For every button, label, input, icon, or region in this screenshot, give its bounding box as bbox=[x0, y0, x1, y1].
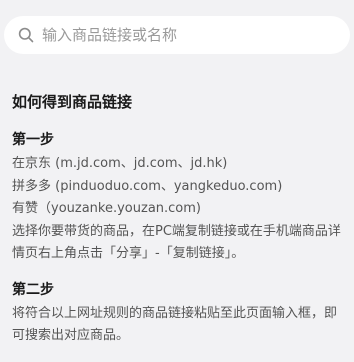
help-section: 如何得到商品链接 第一步 在京东 (m.jd.com、jd.com、jd.hk)… bbox=[12, 92, 346, 348]
step-two-title: 第二步 bbox=[12, 281, 54, 298]
step-two-instruction: 将符合以上网址规则的商品链接粘贴至此页面输入框，即可搜索出对应商品。 bbox=[12, 305, 338, 344]
step-one-instruction: 选择你要带货的商品，在PC端复制链接或在手机端商品详情页右上角点击「分享」-「复… bbox=[12, 223, 341, 262]
step-one: 第一步 在京东 (m.jd.com、jd.com、jd.hk) 拼多多 (pin… bbox=[12, 130, 346, 266]
search-bar[interactable] bbox=[4, 16, 350, 54]
help-title: 如何得到商品链接 bbox=[12, 93, 133, 111]
search-icon bbox=[18, 27, 34, 43]
platform-jd: 在京东 (m.jd.com、jd.com、jd.hk) bbox=[12, 156, 228, 171]
platform-pinduoduo: 拼多多 (pinduoduo.com、yangkeduo.com) bbox=[12, 178, 283, 194]
step-one-title: 第一步 bbox=[12, 132, 54, 148]
platform-youzan: 有赞（youzanke.youzan.com) bbox=[12, 201, 201, 216]
search-input[interactable] bbox=[42, 26, 322, 44]
step-two: 第二步 将符合以上网址规则的商品链接粘贴至此页面输入框，即可搜索出对应商品。 bbox=[12, 280, 346, 348]
